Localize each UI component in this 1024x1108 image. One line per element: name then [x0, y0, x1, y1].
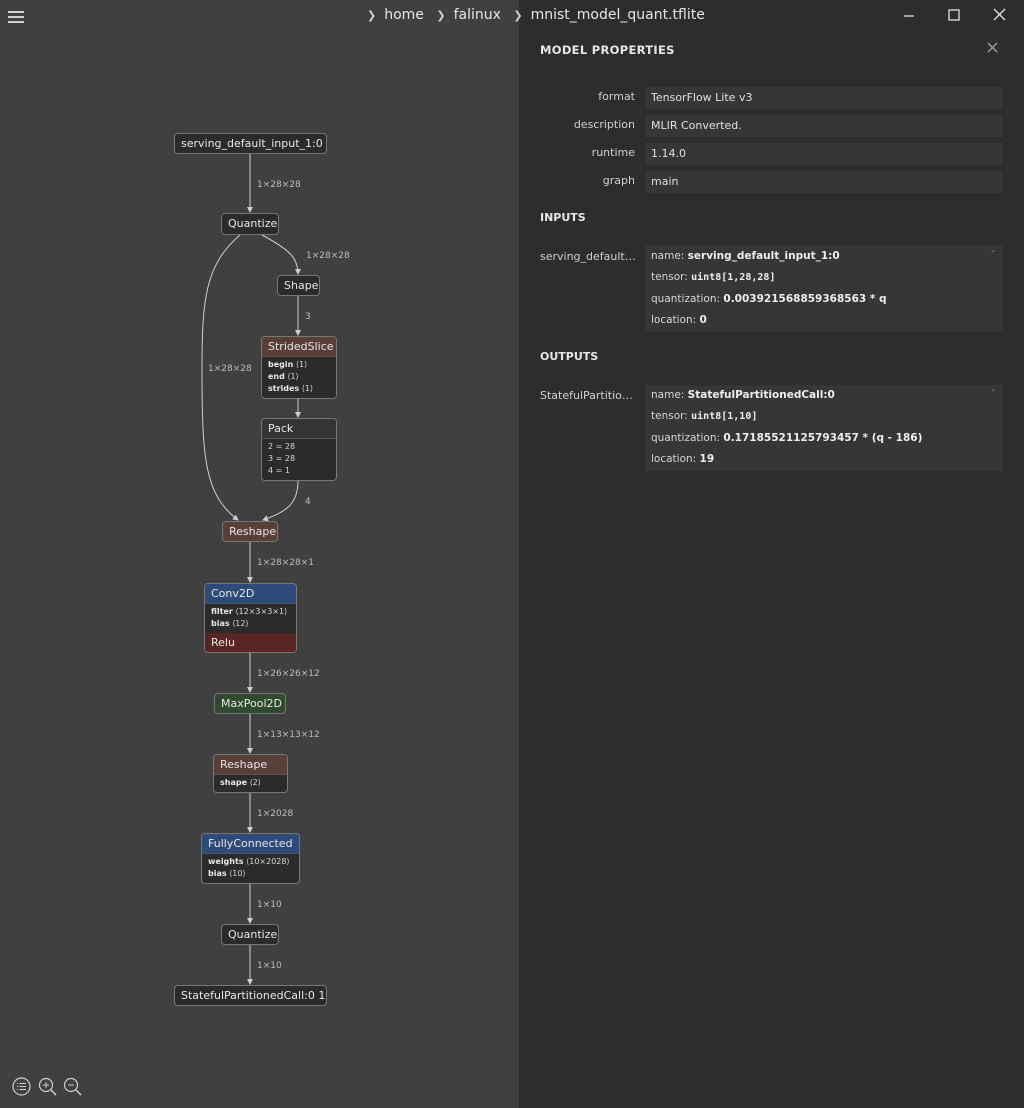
edge-label: 1×28×28×1: [257, 558, 314, 568]
breadcrumb-file[interactable]: mnist_model_quant.tflite: [531, 7, 705, 23]
property-row-graph: graph main: [519, 171, 1024, 193]
stridedslice-node[interactable]: StridedSlice begin ⟨1⟩ end ⟨1⟩ strides ⟨…: [261, 336, 337, 399]
maximize-icon: [948, 9, 960, 21]
node-list-button[interactable]: [12, 1077, 31, 1096]
minimize-button[interactable]: [897, 6, 921, 26]
inputs-heading: INPUTS: [540, 211, 586, 224]
close-window-button[interactable]: [988, 6, 1012, 26]
node-attributes: begin ⟨1⟩ end ⟨1⟩ strides ⟨1⟩: [262, 356, 336, 398]
edge-label: 1×10: [257, 961, 282, 971]
close-icon: [987, 42, 998, 53]
model-properties-panel: MODEL PROPERTIES format TensorFlow Lite …: [519, 0, 1024, 1108]
quantize-node[interactable]: Quantize: [221, 213, 279, 235]
graph-output-node[interactable]: StatefulPartitionedCall:0 19: [174, 985, 327, 1006]
input-details[interactable]: - name: serving_default_input_1:0 tensor…: [645, 246, 1003, 332]
node-attributes: shape ⟨2⟩: [214, 774, 287, 792]
collapse-icon[interactable]: -: [991, 385, 995, 396]
node-attributes: filter ⟨12×3×3×1⟩ bias ⟨12⟩: [205, 603, 296, 633]
property-row-runtime: runtime 1.14.0: [519, 143, 1024, 165]
zoom-out-icon: [63, 1077, 82, 1096]
panel-title: MODEL PROPERTIES: [540, 43, 675, 57]
zoom-in-button[interactable]: [38, 1077, 57, 1096]
list-icon: [12, 1077, 31, 1096]
reshape-node[interactable]: Reshape: [222, 521, 278, 542]
edge-label: 1×2028: [257, 809, 294, 819]
maximize-button[interactable]: [942, 6, 966, 26]
edge-label: 3: [305, 312, 311, 322]
relu-activation: Relu: [205, 633, 296, 652]
reshape-shape-node[interactable]: Reshape shape ⟨2⟩: [213, 754, 288, 793]
collapse-icon[interactable]: -: [991, 246, 995, 257]
pack-node[interactable]: Pack 2 = 28 3 = 28 4 = 1: [261, 418, 337, 481]
zoom-in-icon: [38, 1077, 57, 1096]
shape-node[interactable]: Shape: [277, 275, 320, 296]
graph-input-node[interactable]: serving_default_input_1:0 0: [174, 133, 327, 154]
edge-label: 1×26×26×12: [257, 669, 320, 679]
maxpool-node[interactable]: MaxPool2D: [214, 693, 286, 714]
edge-label: 1×28×28: [257, 180, 301, 190]
close-icon: [993, 8, 1006, 21]
node-attributes: weights ⟨10×2028⟩ bias ⟨10⟩: [202, 853, 299, 883]
property-row-format: format TensorFlow Lite v3: [519, 87, 1024, 109]
edge-label: 1×28×28: [306, 251, 350, 261]
outputs-heading: OUTPUTS: [540, 350, 599, 363]
edge-quantize-shape: [261, 234, 301, 275]
quantize-node[interactable]: Quantize: [221, 924, 279, 945]
output-details[interactable]: - name: StatefulPartitionedCall:0 tensor…: [645, 385, 1003, 471]
edge-quantize-reshape: [201, 234, 241, 521]
edge-pack-reshape: [262, 480, 299, 522]
zoom-out-button[interactable]: [63, 1077, 82, 1096]
edge-label: 1×28×28: [208, 364, 252, 374]
node-attributes: 2 = 28 3 = 28 4 = 1: [262, 438, 336, 480]
edge-label: 4: [305, 497, 311, 507]
edge-label: 1×13×13×12: [257, 730, 320, 740]
close-panel-button[interactable]: [986, 39, 1000, 58]
property-row-description: description MLIR Converted.: [519, 115, 1024, 137]
fullyconnected-node[interactable]: FullyConnected weights ⟨10×2028⟩ bias ⟨1…: [201, 833, 300, 884]
output-label: StatefulPartition...: [540, 389, 636, 402]
edge-label: 1×10: [257, 900, 282, 910]
conv2d-node[interactable]: Conv2D filter ⟨12×3×3×1⟩ bias ⟨12⟩ Relu: [204, 583, 297, 653]
minimize-icon: [904, 15, 914, 17]
input-label: serving_default_...: [540, 250, 636, 263]
